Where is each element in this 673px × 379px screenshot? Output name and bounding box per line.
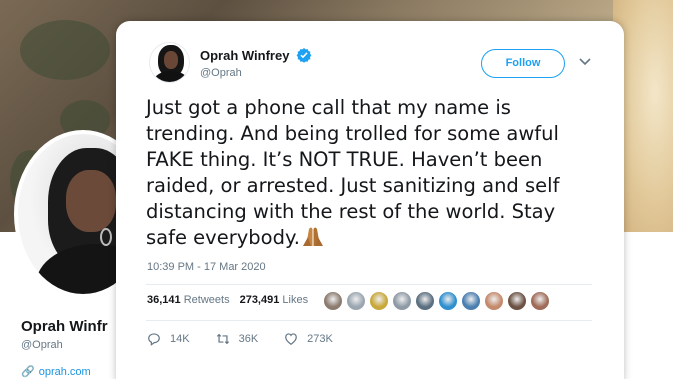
profile-link-text[interactable]: oprah.com [39,366,91,378]
likes-count[interactable]: 273,491 [240,294,280,306]
profile-name: Oprah Winfr [21,318,108,335]
liker-avatar[interactable] [507,291,527,311]
folded-hands-icon [302,227,323,246]
liker-avatar[interactable] [392,291,412,311]
tweet-stats: 36,141 Retweets 273,491 Likes [147,294,308,306]
tweet-modal: Oprah Winfrey @Oprah Follow Just got a p… [116,21,624,379]
follow-button[interactable]: Follow [481,49,565,78]
liker-avatar[interactable] [530,291,550,311]
author-handle[interactable]: @Oprah [200,67,242,79]
like-count: 273K [307,333,333,345]
retweet-icon [216,333,229,345]
tweet-actions: 14K 36K 273K [147,332,359,346]
author-name[interactable]: Oprah Winfrey [200,48,289,63]
liker-avatar[interactable] [438,291,458,311]
liker-avatar[interactable] [369,291,389,311]
link-icon: 🔗 [21,366,35,378]
retweet-button[interactable]: 36K [216,332,259,346]
retweet-count: 36K [238,333,259,345]
chevron-down-icon[interactable] [578,57,592,67]
divider [146,320,592,321]
liker-avatar[interactable] [346,291,366,311]
profile-handle: @Oprah [21,339,63,351]
author-avatar[interactable] [149,42,190,83]
tweet-body: Just got a phone call that my name is tr… [146,96,560,249]
profile-link[interactable]: 🔗 oprah.com [21,365,91,378]
liker-avatar[interactable] [323,291,343,311]
liker-avatar[interactable] [461,291,481,311]
liker-avatar[interactable] [415,291,435,311]
heart-icon [285,333,298,345]
reply-button[interactable]: 14K [147,332,190,346]
tweet-timestamp[interactable]: 10:39 PM - 17 Mar 2020 [147,261,266,273]
like-button[interactable]: 273K [284,332,333,346]
retweets-label[interactable]: Retweets [184,294,230,306]
reply-icon [148,333,160,346]
divider [146,284,592,285]
likes-label[interactable]: Likes [282,294,308,306]
likers-list [323,291,550,311]
tweet-text: Just got a phone call that my name is tr… [146,95,596,251]
liker-avatar[interactable] [484,291,504,311]
retweets-count[interactable]: 36,141 [147,294,181,306]
reply-count: 14K [170,333,190,345]
verified-badge-icon [296,48,312,63]
